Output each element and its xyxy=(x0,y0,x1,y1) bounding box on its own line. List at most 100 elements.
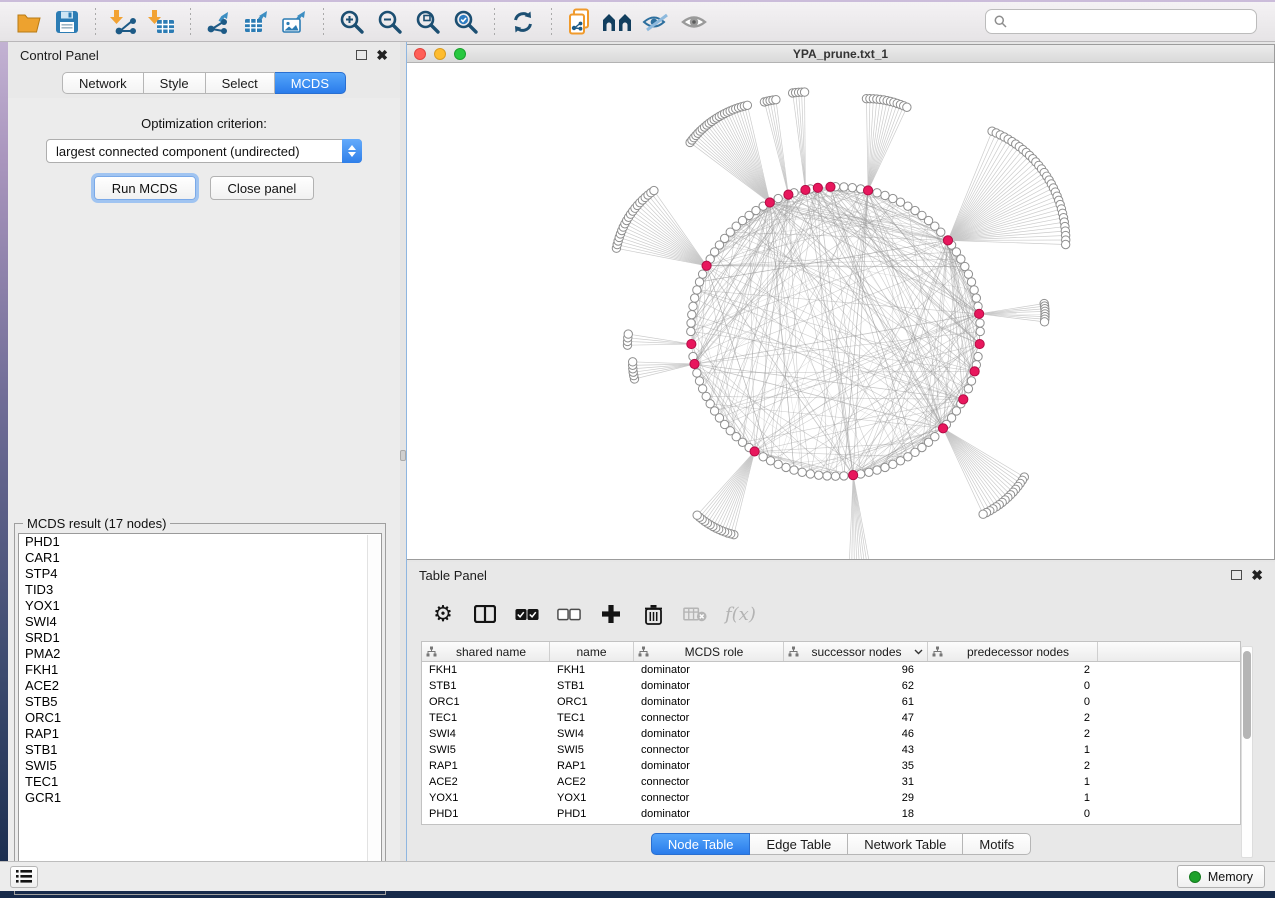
network-node[interactable] xyxy=(976,327,984,335)
table-cell[interactable]: PHD1 xyxy=(550,808,634,820)
network-node[interactable] xyxy=(967,278,975,286)
tab-motifs[interactable]: Motifs xyxy=(963,833,1031,855)
table-cell[interactable]: 61 xyxy=(784,696,928,708)
mcds-result-item[interactable]: SRD1 xyxy=(19,630,381,646)
table-cell[interactable]: FKH1 xyxy=(422,664,550,676)
mcds-result-item[interactable]: ORC1 xyxy=(19,710,381,726)
table-cell[interactable]: PHD1 xyxy=(422,808,550,820)
network-node[interactable] xyxy=(782,463,790,471)
table-cell[interactable]: 62 xyxy=(784,680,928,692)
table-cell[interactable]: 1 xyxy=(928,792,1098,804)
column-header-shared-name[interactable]: shared name xyxy=(422,642,550,661)
table-cell[interactable]: STB1 xyxy=(550,680,634,692)
table-cell[interactable]: ACE2 xyxy=(550,776,634,788)
task-history-button[interactable] xyxy=(10,866,38,888)
network-node[interactable] xyxy=(759,453,767,461)
network-node[interactable] xyxy=(974,352,982,360)
table-cell[interactable]: ORC1 xyxy=(550,696,634,708)
table-cell[interactable]: connector xyxy=(634,792,784,804)
table-cell[interactable]: STB1 xyxy=(422,680,550,692)
mcds-result-item[interactable]: PHD1 xyxy=(19,534,381,550)
memory-button[interactable]: Memory xyxy=(1177,865,1265,888)
table-row[interactable]: TEC1TEC1connector472 xyxy=(422,710,1240,726)
table-cell[interactable]: 1 xyxy=(928,776,1098,788)
search-field[interactable] xyxy=(985,9,1257,34)
refresh-button[interactable] xyxy=(504,6,542,38)
run-mcds-button[interactable]: Run MCDS xyxy=(94,176,196,200)
zoom-in-button[interactable] xyxy=(333,6,371,38)
table-cell[interactable]: connector xyxy=(634,744,784,756)
table-cell[interactable]: 0 xyxy=(928,680,1098,692)
column-header-name[interactable]: name xyxy=(550,642,634,661)
network-node[interactable] xyxy=(698,385,706,393)
table-cell[interactable]: dominator xyxy=(634,760,784,772)
mcds-result-item[interactable]: FKH1 xyxy=(19,662,381,678)
table-cell[interactable]: 2 xyxy=(928,760,1098,772)
table-cell[interactable]: 0 xyxy=(928,696,1098,708)
network-node[interactable] xyxy=(903,103,911,111)
table-cell[interactable]: RAP1 xyxy=(422,760,550,772)
import-network-button[interactable] xyxy=(105,6,143,38)
table-cell[interactable]: 2 xyxy=(928,712,1098,724)
network-node[interactable] xyxy=(881,191,889,199)
network-node[interactable] xyxy=(691,294,699,302)
table-cell[interactable]: 43 xyxy=(784,744,928,756)
table-cell[interactable]: 31 xyxy=(784,776,928,788)
table-row[interactable]: RAP1RAP1dominator352 xyxy=(422,758,1240,774)
table-row[interactable]: FKH1FKH1dominator962 xyxy=(422,662,1240,678)
mcds-hub-node[interactable] xyxy=(702,261,711,270)
network-node[interactable] xyxy=(1061,240,1069,248)
tab-network-table[interactable]: Network Table xyxy=(848,833,963,855)
table-cell[interactable]: 47 xyxy=(784,712,928,724)
network-node[interactable] xyxy=(806,470,814,478)
network-node[interactable] xyxy=(772,95,780,103)
network-node[interactable] xyxy=(970,286,978,294)
table-cell[interactable]: TEC1 xyxy=(422,712,550,724)
network-node[interactable] xyxy=(688,310,696,318)
table-cell[interactable]: 46 xyxy=(784,728,928,740)
mcds-hub-node[interactable] xyxy=(801,185,810,194)
table-row[interactable]: SWI5SWI5connector431 xyxy=(422,742,1240,758)
mcds-result-item[interactable]: ACE2 xyxy=(19,678,381,694)
network-node[interactable] xyxy=(687,327,695,335)
network-node[interactable] xyxy=(790,466,798,474)
mcds-hub-node[interactable] xyxy=(975,309,984,318)
mcds-hub-node[interactable] xyxy=(784,190,793,199)
network-node[interactable] xyxy=(831,472,839,480)
network-graph[interactable] xyxy=(407,64,1274,559)
network-node[interactable] xyxy=(964,385,972,393)
network-node[interactable] xyxy=(624,330,632,338)
export-network-button[interactable] xyxy=(200,6,238,38)
table-cell[interactable]: 96 xyxy=(784,664,928,676)
close-panel-button[interactable]: Close panel xyxy=(210,176,315,200)
table-cell[interactable]: dominator xyxy=(634,664,784,676)
import-table-button[interactable] xyxy=(143,6,181,38)
mcds-result-list[interactable]: PHD1CAR1STP4TID3YOX1SWI4SRD1PMA2FKH1ACE2… xyxy=(18,533,382,891)
mcds-result-item[interactable]: TID3 xyxy=(19,582,381,598)
table-row[interactable]: ORC1ORC1dominator610 xyxy=(422,694,1240,710)
table-row[interactable]: SWI4SWI4dominator462 xyxy=(422,726,1240,742)
mcds-hub-node[interactable] xyxy=(765,198,774,207)
select-all-button[interactable] xyxy=(515,602,539,626)
network-node[interactable] xyxy=(967,377,975,385)
table-row[interactable]: ACE2ACE2connector311 xyxy=(422,774,1240,790)
close-panel-icon[interactable]: ✖ xyxy=(376,50,388,60)
network-canvas[interactable] xyxy=(407,64,1274,559)
table-cell[interactable]: SWI4 xyxy=(550,728,634,740)
show-all-button[interactable] xyxy=(675,6,713,38)
mcds-hub-node[interactable] xyxy=(690,359,699,368)
table-scrollbar-thumb[interactable] xyxy=(1243,651,1251,739)
mcds-hub-node[interactable] xyxy=(975,339,984,348)
network-node[interactable] xyxy=(702,392,710,400)
table-cell[interactable]: 2 xyxy=(928,728,1098,740)
float-panel-icon[interactable] xyxy=(1231,570,1242,580)
network-node[interactable] xyxy=(881,463,889,471)
table-cell[interactable]: YOX1 xyxy=(422,792,550,804)
network-node[interactable] xyxy=(873,466,881,474)
new-network-from-selection-button[interactable] xyxy=(561,6,599,38)
table-cell[interactable]: 18 xyxy=(784,808,928,820)
table-cell[interactable]: 2 xyxy=(928,664,1098,676)
open-session-button[interactable] xyxy=(10,6,48,38)
network-node[interactable] xyxy=(1040,318,1048,326)
mcds-result-item[interactable]: GCR1 xyxy=(19,790,381,806)
